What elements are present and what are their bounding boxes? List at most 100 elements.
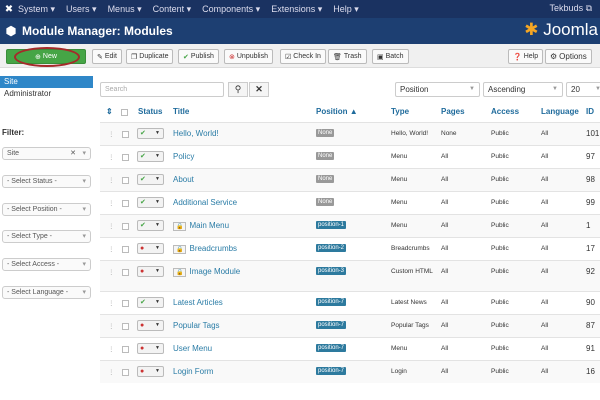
lock-icon[interactable]: 🔒 — [173, 268, 187, 277]
row-checkbox[interactable] — [122, 154, 129, 161]
publish-button[interactable]: ✔ Publish — [178, 49, 219, 64]
module-title-link[interactable]: User Menu — [173, 344, 212, 353]
batch-button[interactable]: ▣ Batch — [372, 49, 409, 64]
row-checkbox[interactable] — [122, 300, 129, 307]
menu-components[interactable]: Components ▾ — [202, 4, 260, 15]
drag-handle-icon[interactable]: ⋮ — [108, 268, 115, 276]
module-pages: All — [441, 199, 449, 206]
status-toggle[interactable]: ● ▼ — [137, 243, 164, 254]
menu-content[interactable]: Content ▾ — [153, 4, 192, 15]
sidebar-item-administrator[interactable]: Administrator — [0, 88, 93, 100]
checkin-button[interactable]: ☑ Check In — [280, 49, 326, 64]
filter-access[interactable]: - Select Access - ▾ — [2, 258, 91, 271]
col-access[interactable]: Access — [491, 107, 519, 121]
drag-handle-icon[interactable]: ⋮ — [108, 245, 115, 253]
drag-handle-icon[interactable]: ⋮ — [108, 345, 115, 353]
module-title-link[interactable]: Popular Tags — [173, 321, 220, 330]
menu-menus[interactable]: Menus ▾ — [108, 4, 142, 15]
row-checkbox[interactable] — [122, 323, 129, 330]
module-title-link[interactable]: Login Form — [173, 367, 213, 376]
module-title-link[interactable]: Additional Service — [173, 198, 237, 207]
menu-system[interactable]: System ▾ — [18, 4, 55, 15]
module-title-link[interactable]: Latest Articles — [173, 298, 223, 307]
drag-handle-icon[interactable]: ⋮ — [108, 299, 115, 307]
status-toggle[interactable]: ✔ ▼ — [137, 128, 164, 139]
module-type: Popular Tags — [391, 322, 429, 329]
col-title[interactable]: Title — [173, 107, 189, 121]
ordering-icon[interactable]: ⇕ — [106, 107, 113, 121]
options-button[interactable]: ⚙ Options — [545, 49, 592, 64]
drag-handle-icon[interactable]: ⋮ — [108, 153, 115, 161]
help-button[interactable]: ❓ Help — [508, 49, 544, 64]
row-checkbox[interactable] — [122, 246, 129, 253]
sidebar-item-site[interactable]: Site — [0, 76, 93, 88]
col-position[interactable]: Position ▲ — [316, 107, 358, 121]
duplicate-button[interactable]: ❐ Duplicate — [126, 49, 174, 64]
trash-button[interactable]: 🗑 Trash — [328, 49, 367, 64]
sort-order-select[interactable]: Ascending ▼ — [483, 82, 563, 97]
row-checkbox[interactable] — [122, 369, 129, 376]
select-all-checkbox[interactable] — [121, 109, 128, 116]
module-title-link[interactable]: Breadcrumbs — [189, 244, 237, 253]
lock-icon[interactable]: 🔒 — [173, 245, 187, 254]
status-toggle[interactable]: ● ▼ — [137, 266, 164, 277]
row-checkbox[interactable] — [122, 269, 129, 276]
filter-language[interactable]: - Select Language - ▾ — [2, 286, 91, 299]
status-toggle[interactable]: ● ▼ — [137, 366, 164, 377]
row-checkbox[interactable] — [122, 200, 129, 207]
search-input[interactable]: Search — [100, 82, 224, 97]
menu-help[interactable]: Help ▾ — [333, 4, 359, 15]
drag-handle-icon[interactable]: ⋮ — [108, 130, 115, 138]
module-title-link[interactable]: Policy — [173, 152, 194, 161]
caret-down-icon: ▼ — [155, 130, 160, 136]
sort-field-select[interactable]: Position ▼ — [395, 82, 480, 97]
col-language[interactable]: Language — [541, 107, 579, 121]
row-checkbox[interactable] — [122, 177, 129, 184]
module-pages: All — [441, 268, 449, 275]
status-toggle[interactable]: ✔ ▼ — [137, 297, 164, 308]
limit-select[interactable]: 20 ▼ — [566, 82, 600, 97]
drag-handle-icon[interactable]: ⋮ — [108, 322, 115, 330]
status-toggle[interactable]: ✔ ▼ — [137, 174, 164, 185]
filter-position[interactable]: - Select Position - ▾ — [2, 203, 91, 216]
filter-type[interactable]: - Select Type - ▾ — [2, 230, 91, 243]
module-title-link[interactable]: Image Module — [189, 267, 240, 276]
module-type: Custom HTML — [391, 268, 433, 275]
position-badge: position-7 — [316, 298, 347, 306]
col-type[interactable]: Type — [391, 107, 409, 121]
drag-handle-icon[interactable]: ⋮ — [108, 176, 115, 184]
unpublish-button[interactable]: ⊗ Unpublish — [224, 49, 274, 64]
row-checkbox[interactable] — [122, 346, 129, 353]
search-button[interactable]: ⚲ — [228, 82, 248, 97]
module-title-link[interactable]: About — [173, 175, 194, 184]
menu-extensions[interactable]: Extensions ▾ — [271, 4, 322, 15]
close-icon: ✕ — [255, 84, 263, 94]
lock-icon[interactable]: 🔒 — [173, 222, 187, 231]
col-status[interactable]: Status — [138, 107, 162, 121]
filter-client[interactable]: Site ✕ ▾ — [2, 147, 91, 160]
chevron-down-icon: ▼ — [469, 86, 475, 92]
module-title-link[interactable]: Main Menu — [189, 221, 229, 230]
module-title-link[interactable]: Hello, World! — [173, 129, 219, 138]
col-id[interactable]: ID — [586, 107, 594, 121]
status-toggle[interactable]: ● ▼ — [137, 343, 164, 354]
user-link[interactable]: Tekbuds ⧉ — [550, 3, 592, 14]
published-check-icon: ✔ — [140, 153, 146, 160]
joomla-logo-icon[interactable]: ✖ — [0, 4, 18, 15]
module-access: Public — [491, 199, 509, 206]
status-toggle[interactable]: ✔ ▼ — [137, 220, 164, 231]
status-toggle[interactable]: ✔ ▼ — [137, 151, 164, 162]
drag-handle-icon[interactable]: ⋮ — [108, 222, 115, 230]
menu-users[interactable]: Users ▾ — [66, 4, 97, 15]
clear-icon[interactable]: ✕ — [70, 148, 76, 159]
drag-handle-icon[interactable]: ⋮ — [108, 199, 115, 207]
filter-status[interactable]: - Select Status - ▾ — [2, 175, 91, 188]
row-checkbox[interactable] — [122, 223, 129, 230]
clear-search-button[interactable]: ✕ — [249, 82, 269, 97]
status-toggle[interactable]: ✔ ▼ — [137, 197, 164, 208]
edit-button[interactable]: ✎ Edit — [92, 49, 122, 64]
col-pages[interactable]: Pages — [441, 107, 465, 121]
status-toggle[interactable]: ● ▼ — [137, 320, 164, 331]
drag-handle-icon[interactable]: ⋮ — [108, 368, 115, 376]
row-checkbox[interactable] — [122, 131, 129, 138]
